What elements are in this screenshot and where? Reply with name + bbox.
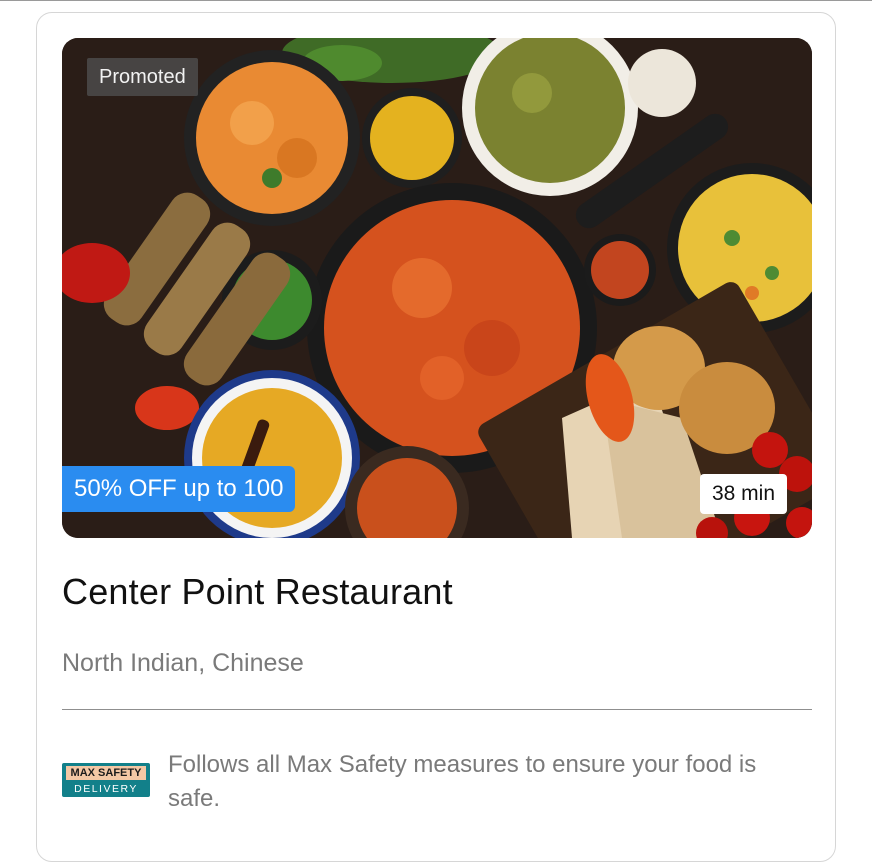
cuisine-list: North Indian, Chinese xyxy=(62,649,304,677)
offer-badge: 50% OFF up to 100 xyxy=(62,466,296,512)
safety-logo-line2: DELIVERY xyxy=(74,783,138,795)
max-safety-logo-icon: MAX SAFETY DELIVERY xyxy=(62,763,150,797)
delivery-time-badge: 38 min xyxy=(699,474,787,514)
restaurant-name[interactable]: Center Point Restaurant xyxy=(62,571,453,613)
safety-logo-line1: MAX SAFETY xyxy=(66,766,146,780)
food-image[interactable]: Promoted 50% OFF up to 100 38 min xyxy=(62,38,812,538)
divider xyxy=(62,709,812,710)
promoted-badge: Promoted xyxy=(87,58,198,96)
window-top-border xyxy=(0,0,872,1)
food-illustration xyxy=(62,38,812,538)
restaurant-card[interactable]: Promoted 50% OFF up to 100 38 min Center… xyxy=(36,12,836,862)
safety-message: Follows all Max Safety measures to ensur… xyxy=(168,751,757,812)
